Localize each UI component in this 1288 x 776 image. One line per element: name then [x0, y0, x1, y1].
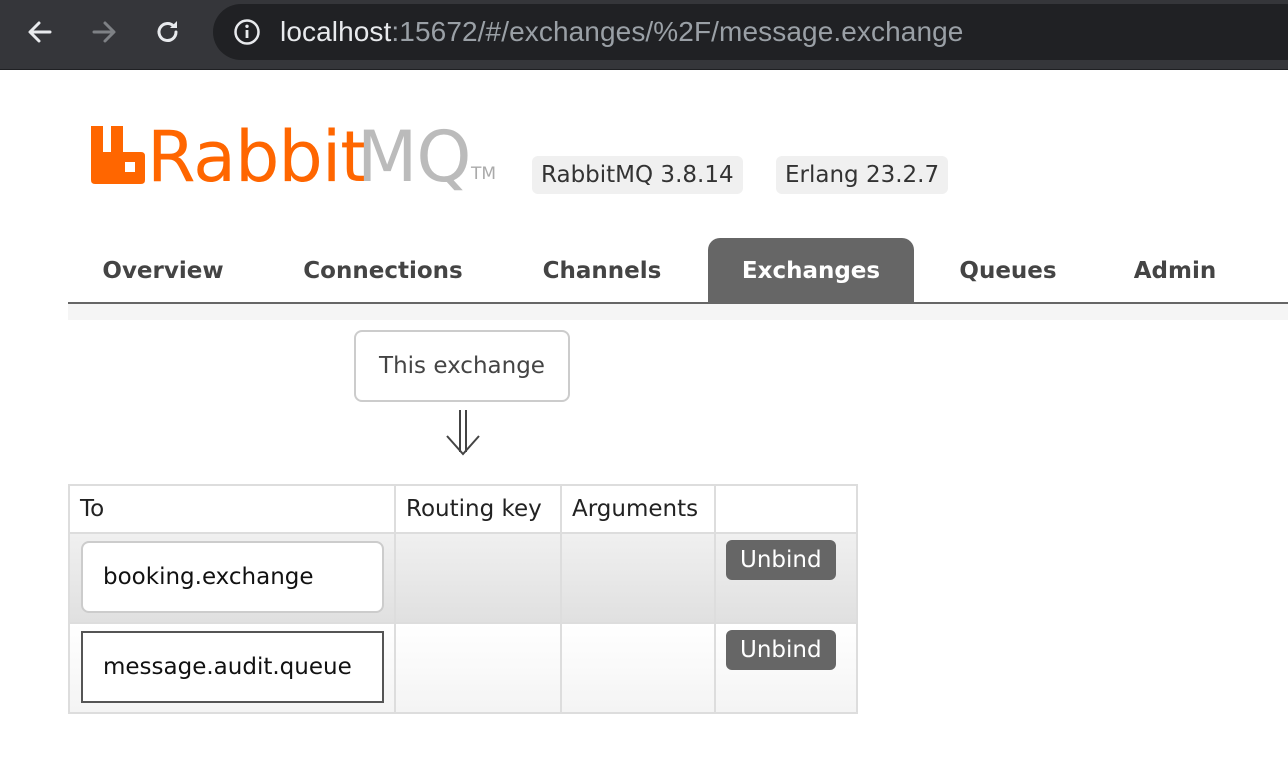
arrow-left-icon — [28, 21, 52, 43]
logo-trademark: TM — [471, 164, 497, 184]
this-exchange-box: This exchange — [354, 330, 570, 402]
back-button[interactable] — [20, 12, 60, 52]
unbind-button[interactable]: Unbind — [726, 630, 836, 670]
logo-word-rabbit: Rabbit — [147, 116, 368, 198]
browser-toolbar: localhost:15672/#/exchanges/%2F/message.… — [0, 0, 1288, 70]
erlang-version-badge: Erlang 23.2.7 — [776, 156, 949, 194]
url-host: localhost — [280, 16, 392, 47]
binding-destination-cell: booking.exchange — [68, 532, 396, 624]
column-header-to: To — [68, 484, 396, 534]
url-text: localhost:15672/#/exchanges/%2F/message.… — [280, 16, 963, 48]
routing-key-cell — [394, 532, 562, 624]
unbind-button[interactable]: Unbind — [726, 540, 836, 580]
address-bar[interactable]: localhost:15672/#/exchanges/%2F/message.… — [213, 4, 1288, 60]
tab-exchanges[interactable]: Exchanges — [708, 238, 914, 302]
arguments-cell — [560, 532, 716, 624]
table-header-row: To Routing key Arguments — [68, 484, 858, 534]
action-cell: Unbind — [714, 532, 858, 624]
column-header-routing-key: Routing key — [394, 484, 562, 534]
arrow-right-icon — [92, 21, 116, 43]
url-path: :15672/#/exchanges/%2F/message.exchange — [391, 16, 964, 47]
bindings-table: To Routing key Arguments booking.exchang… — [68, 484, 858, 714]
main-nav-tabs: Overview Connections Channels Exchanges … — [68, 238, 1288, 304]
rabbitmq-version-badge: RabbitMQ 3.8.14 — [532, 156, 743, 194]
tab-queues[interactable]: Queues — [940, 238, 1076, 302]
forward-button[interactable] — [84, 12, 124, 52]
logo-word-mq: MQ — [357, 116, 471, 198]
reload-button[interactable] — [148, 12, 188, 52]
reload-icon — [157, 21, 178, 42]
table-row: booking.exchange Unbind — [68, 532, 858, 624]
tab-overview[interactable]: Overview — [68, 238, 258, 302]
action-cell: Unbind — [714, 622, 858, 714]
arguments-cell — [560, 622, 716, 714]
binding-destination-cell: message.audit.queue — [68, 622, 396, 714]
info-icon[interactable] — [233, 18, 261, 46]
tab-channels[interactable]: Channels — [524, 238, 680, 302]
column-header-actions — [714, 484, 858, 534]
tab-connections[interactable]: Connections — [282, 238, 484, 302]
sub-navigation-bar — [68, 304, 1288, 320]
double-down-arrow-icon — [446, 410, 480, 456]
column-header-arguments: Arguments — [560, 484, 716, 534]
table-row: message.audit.queue Unbind — [68, 622, 858, 714]
destination-exchange-link[interactable]: booking.exchange — [81, 541, 384, 613]
destination-queue-link[interactable]: message.audit.queue — [81, 631, 384, 703]
rabbitmq-logo-icon — [91, 126, 145, 184]
tab-admin[interactable]: Admin — [1112, 238, 1238, 302]
routing-key-cell — [394, 622, 562, 714]
